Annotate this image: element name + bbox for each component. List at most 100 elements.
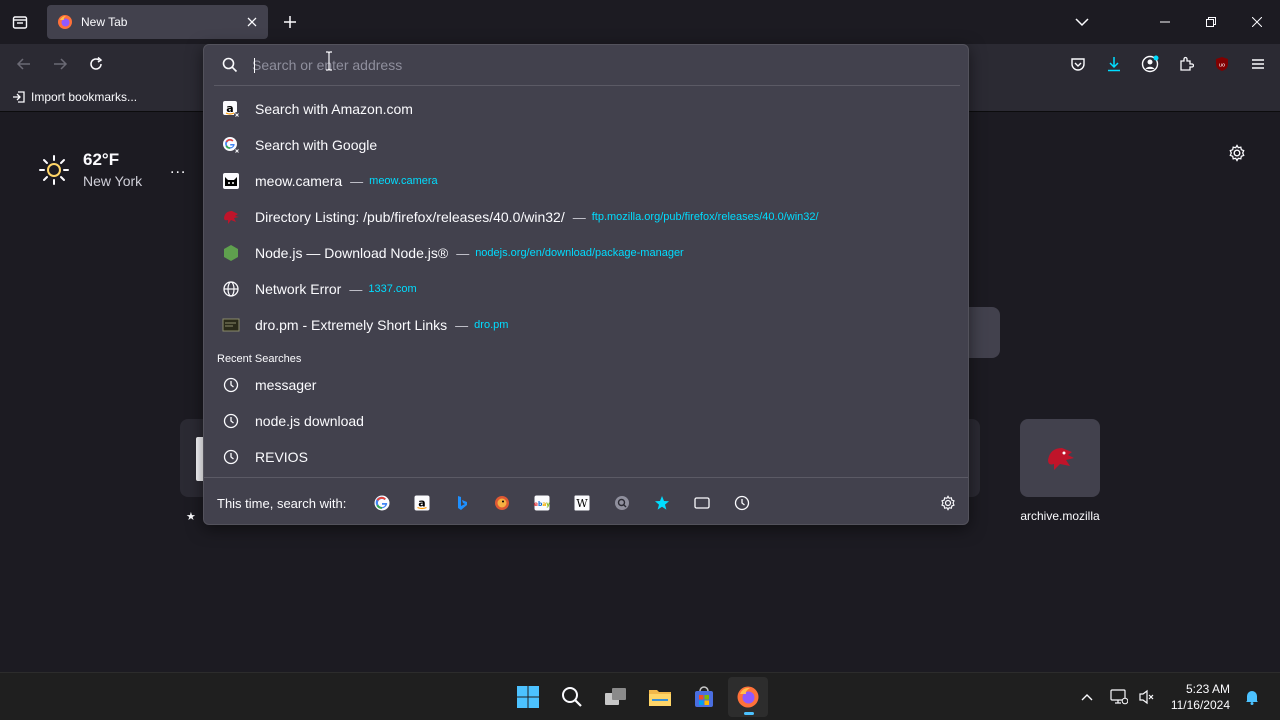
- tab-title: New Tab: [81, 15, 128, 29]
- active-app-indicator: [744, 712, 754, 715]
- firefox-view-button[interactable]: [8, 10, 32, 34]
- task-view-button[interactable]: [596, 677, 636, 717]
- bell-icon: [1246, 691, 1258, 705]
- one-off-history[interactable]: [730, 491, 754, 515]
- suggestion-title: Directory Listing: /pub/firefox/releases…: [255, 209, 565, 225]
- hamburger-menu-icon: [1252, 59, 1264, 69]
- recent-search-text: node.js download: [255, 413, 364, 429]
- show-hidden-icons-button[interactable]: [1073, 683, 1101, 711]
- taskbar-clock[interactable]: 5:23 AM 11/16/2024: [1171, 681, 1230, 713]
- close-window-button[interactable]: [1234, 0, 1280, 44]
- recent-search-item[interactable]: messager: [212, 367, 962, 403]
- one-off-duckduckgo[interactable]: [490, 491, 514, 515]
- suggestion-dro-pm[interactable]: dro.pm - Extremely Short Links — dro.pm: [212, 307, 962, 343]
- restore-icon: [1206, 17, 1216, 27]
- clock-time: 5:23 AM: [1185, 682, 1230, 696]
- plus-icon: [284, 16, 296, 28]
- one-off-search-bar: This time, search with: a ebay W: [204, 477, 968, 525]
- one-off-wikipedia[interactable]: W: [570, 491, 594, 515]
- suggestion-title: Search with Google: [255, 137, 378, 153]
- suggestion-url: 1337.com: [368, 283, 417, 295]
- one-off-label: This time, search with:: [217, 496, 347, 511]
- account-button[interactable]: [1136, 50, 1164, 78]
- text-caret: [254, 58, 255, 73]
- search-engine-icon: [615, 496, 629, 510]
- suggestion-title: Search with Amazon.com: [255, 101, 413, 117]
- forward-button[interactable]: [48, 52, 72, 76]
- notifications-button[interactable]: [1238, 683, 1266, 711]
- gear-icon: [1229, 144, 1245, 162]
- svg-text:ebay: ebay: [534, 501, 550, 508]
- clock-date: 11/16/2024: [1170, 698, 1230, 712]
- urlbar-separator: [214, 85, 960, 86]
- weather-more-button[interactable]: ...: [170, 160, 188, 178]
- pocket-button[interactable]: [1064, 50, 1092, 78]
- recent-search-item[interactable]: REVIOS: [212, 439, 962, 475]
- file-explorer-button[interactable]: [640, 677, 680, 717]
- windows-logo-icon: [517, 686, 539, 708]
- search-icon: [562, 687, 582, 707]
- network-button[interactable]: [1105, 683, 1133, 711]
- tab-new-tab[interactable]: New Tab: [47, 5, 268, 39]
- tabs-icon: [694, 497, 710, 509]
- list-all-tabs-button[interactable]: [1070, 10, 1094, 34]
- one-off-ebay[interactable]: ebay: [530, 491, 554, 515]
- microsoft-store-button[interactable]: [684, 677, 724, 717]
- taskbar-search-button[interactable]: [552, 677, 592, 717]
- urlbar-input[interactable]: [252, 53, 952, 77]
- ebay-icon: ebay: [534, 495, 550, 511]
- mozilla-dino-icon: [221, 207, 241, 227]
- windows-taskbar: 5:23 AM 11/16/2024: [0, 672, 1280, 720]
- weather-widget[interactable]: 62°F New York: [38, 150, 142, 189]
- import-bookmarks-button[interactable]: Import bookmarks...: [12, 90, 137, 104]
- top-site-archive-mozilla[interactable]: [1020, 419, 1100, 497]
- restore-button[interactable]: [1188, 0, 1234, 44]
- pocket-icon: [1071, 58, 1085, 71]
- downloads-button[interactable]: [1100, 50, 1128, 78]
- reload-icon: [90, 56, 103, 70]
- one-off-google[interactable]: [370, 491, 394, 515]
- import-icon: [13, 91, 25, 103]
- download-icon: [1108, 57, 1120, 72]
- history-clock-icon: [221, 411, 241, 431]
- ublock-button[interactable]: uo: [1208, 50, 1236, 78]
- one-off-tabs[interactable]: [690, 491, 714, 515]
- one-off-search-engine[interactable]: [610, 491, 634, 515]
- suggestion-mozilla-ftp[interactable]: Directory Listing: /pub/firefox/releases…: [212, 199, 962, 235]
- back-arrow-icon: [16, 58, 30, 70]
- firefox-icon: [58, 15, 72, 29]
- folder-icon: [649, 690, 671, 706]
- suggestion-google[interactable]: Search with Google: [212, 127, 962, 163]
- suggestion-separator: —: [456, 245, 470, 261]
- suggestion-network-error[interactable]: Network Error — 1337.com: [212, 271, 962, 307]
- recent-search-item[interactable]: node.js download: [212, 403, 962, 439]
- app-menu-button[interactable]: [1244, 50, 1272, 78]
- personalize-settings-button[interactable]: [1228, 144, 1250, 166]
- search-settings-button[interactable]: [936, 491, 960, 515]
- back-button[interactable]: [12, 52, 36, 76]
- suggestion-separator: —: [455, 317, 469, 333]
- minimize-button[interactable]: [1142, 0, 1188, 44]
- suggestion-nodejs[interactable]: Node.js — Download Node.js® — nodejs.org…: [212, 235, 962, 271]
- google-icon: [374, 495, 390, 511]
- firefox-taskbar-button[interactable]: [728, 677, 768, 717]
- suggestion-amazon[interactable]: a Search with Amazon.com: [212, 91, 962, 127]
- close-tab-icon[interactable]: [240, 10, 264, 34]
- history-icon: [734, 495, 750, 511]
- minimize-icon: [1160, 21, 1170, 23]
- one-off-bookmarks[interactable]: [650, 491, 674, 515]
- start-button[interactable]: [508, 677, 548, 717]
- one-off-bing[interactable]: [450, 491, 474, 515]
- volume-button[interactable]: [1133, 683, 1161, 711]
- network-ethernet-icon: [1110, 689, 1128, 705]
- extensions-button[interactable]: [1172, 50, 1200, 78]
- account-icon: [1141, 55, 1159, 73]
- reload-button[interactable]: [84, 52, 108, 76]
- tab-strip: New Tab: [0, 0, 1280, 44]
- mozilla-dino-icon: [1048, 448, 1074, 470]
- sponsored-star-icon: ★: [186, 511, 196, 523]
- search-icon: [222, 57, 238, 73]
- suggestion-meow-camera[interactable]: meow.camera — meow.camera: [212, 163, 962, 199]
- one-off-amazon[interactable]: a: [410, 491, 434, 515]
- new-tab-button[interactable]: [278, 10, 302, 34]
